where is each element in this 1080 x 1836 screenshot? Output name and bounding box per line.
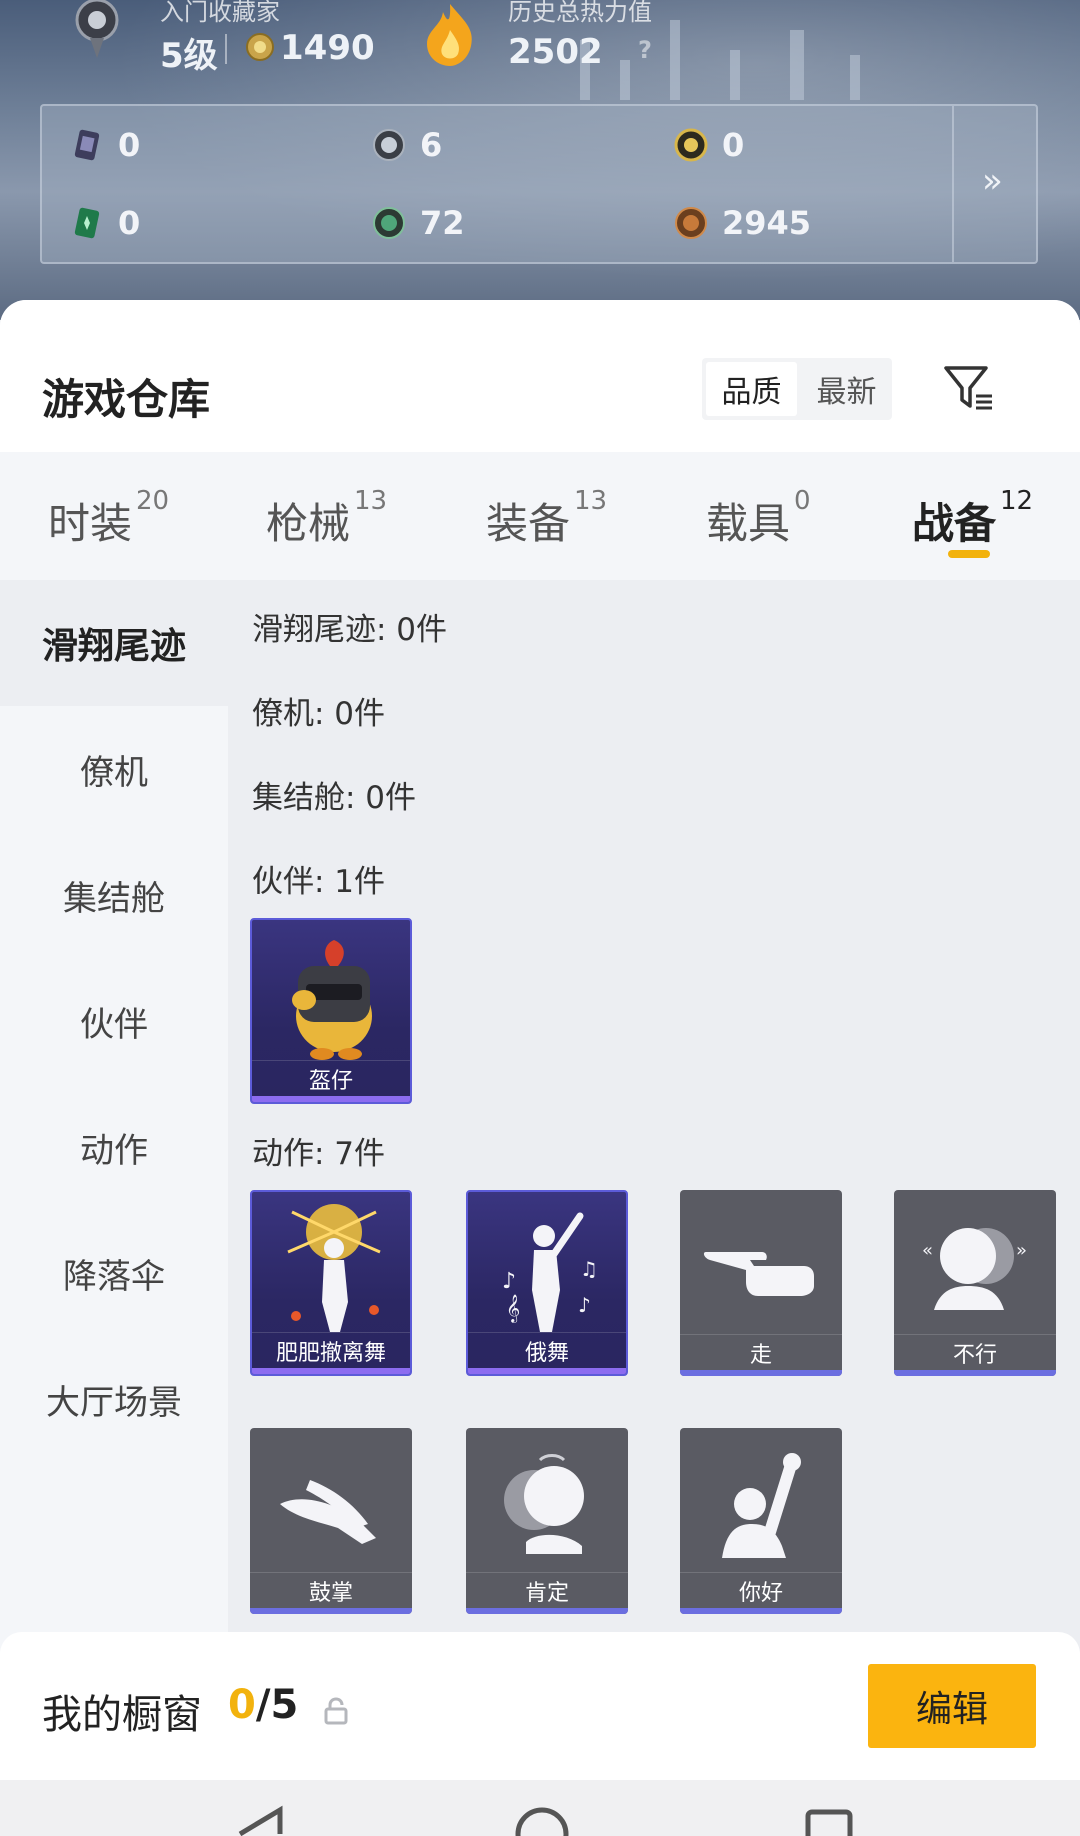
svg-text:»: » — [1016, 1240, 1027, 1261]
clapping-hands-icon — [280, 1480, 376, 1544]
section-title-emote: 动作: 7件 — [252, 1136, 386, 1172]
resource-green-ticket: 0 — [70, 204, 140, 242]
rarity-bar — [252, 1096, 410, 1102]
firework-dance-icon — [287, 1204, 381, 1332]
item-card-emote[interactable]: 肥肥撤离舞 — [250, 1190, 412, 1376]
page-title: 游戏仓库 — [42, 375, 211, 424]
showcase-bar: 我的橱窗 0/5 编辑 — [0, 1632, 1080, 1780]
svg-text:♪: ♪ — [578, 1293, 591, 1317]
resource-bronze-coin: 2945 — [674, 204, 811, 242]
helmet-chick-icon — [292, 940, 372, 1060]
rank-medal-icon — [75, 0, 119, 58]
gold-token-icon — [674, 128, 708, 162]
rarity-bar — [680, 1370, 842, 1376]
section-title-partner: 伙伴: 1件 — [252, 864, 386, 900]
sidebar: 滑翔尾迹 僚机 集结舱 伙伴 动作 降落伞 大厅场景 — [0, 580, 228, 1720]
filter-icon[interactable] — [940, 360, 996, 416]
help-icon[interactable]: ? — [638, 36, 652, 64]
item-name: 不行 — [894, 1334, 1056, 1370]
svg-text:♪: ♪ — [502, 1269, 516, 1294]
sidebar-item-glide-trail[interactable]: 滑翔尾迹 — [0, 580, 228, 706]
tab-fashion[interactable]: 时装 20 — [48, 486, 169, 551]
tab-equipment[interactable]: 装备 13 — [486, 486, 607, 551]
rank-level: 5级 — [160, 36, 218, 76]
item-card-emote[interactable]: ♪ ♫ 𝄞 ♪ 俄舞 — [466, 1190, 628, 1376]
tab-battle-prep[interactable]: 战备 12 — [912, 486, 1033, 551]
bronze-coin-icon — [675, 207, 707, 239]
coin-balance: 1490 — [280, 28, 375, 68]
sidebar-item-partner[interactable]: 伙伴 — [0, 958, 228, 1084]
item-name: 肥肥撤离舞 — [252, 1332, 410, 1368]
collector-coin-icon — [246, 33, 274, 61]
item-list: 滑翔尾迹: 0件 僚机: 0件 集结舱: 0件 伙伴: 1件 盔仔 动作: 7件 — [228, 580, 1080, 1740]
flame-icon — [427, 4, 472, 66]
sidebar-item-capsule[interactable]: 集结舱 — [0, 832, 228, 958]
tab-guns[interactable]: 枪械 13 — [266, 486, 387, 551]
heat-label: 历史总热力值 — [508, 0, 652, 26]
edit-button[interactable]: 编辑 — [868, 1664, 1036, 1748]
item-name: 盔仔 — [252, 1060, 410, 1096]
sort-quality-button[interactable]: 品质 — [706, 362, 797, 416]
sidebar-item-emote[interactable]: 动作 — [0, 1084, 228, 1210]
head-shake-icon: « » — [922, 1228, 1027, 1310]
waving-person-icon — [722, 1453, 801, 1558]
svg-text:«: « — [922, 1240, 933, 1261]
resource-silver-coin: 6 — [372, 126, 442, 164]
green-ticket-icon — [74, 207, 100, 239]
rarity-bar — [466, 1608, 628, 1614]
pointing-hand-icon — [703, 1252, 814, 1296]
card-icon — [74, 129, 100, 161]
more-resources-button[interactable]: » — [982, 161, 1003, 201]
resource-card: 0 — [70, 126, 140, 164]
showcase-title: 我的橱窗 — [42, 1692, 202, 1738]
dancer-music-icon: ♪ ♫ 𝄞 ♪ — [502, 1212, 598, 1332]
item-card-emote[interactable]: « » 不行 — [894, 1190, 1056, 1376]
item-card-partner[interactable]: 盔仔 — [250, 918, 412, 1104]
tab-vehicles[interactable]: 载具 0 — [706, 486, 811, 551]
sidebar-item-parachute[interactable]: 降落伞 — [0, 1210, 228, 1336]
category-tabs: 时装 20 枪械 13 装备 13 载具 0 战备 12 — [0, 452, 1080, 580]
item-card-emote[interactable]: 你好 — [680, 1428, 842, 1614]
sort-toggle: 品质 最新 — [702, 358, 892, 420]
profile-banner: 入门收藏家 5级 1490 历史总热力值 2502 ? 0 6 0 0 72 2… — [0, 0, 1080, 320]
lock-icon — [324, 1697, 348, 1725]
system-nav-bar — [0, 1780, 1080, 1836]
divider — [225, 34, 227, 64]
showcase-count: 0/5 — [228, 1682, 299, 1728]
sidebar-item-wingman[interactable]: 僚机 — [0, 706, 228, 832]
item-name: 鼓掌 — [250, 1572, 412, 1608]
nodding-head-icon — [504, 1454, 584, 1554]
resource-panel[interactable]: 0 6 0 0 72 2945 » — [40, 104, 1038, 264]
item-name: 走 — [680, 1334, 842, 1370]
item-card-emote[interactable]: 鼓掌 — [250, 1428, 412, 1614]
rarity-bar — [468, 1368, 626, 1374]
section-title-glide: 滑翔尾迹: 0件 — [252, 612, 448, 648]
svg-text:𝄞: 𝄞 — [506, 1294, 520, 1323]
svg-text:♫: ♫ — [580, 1257, 598, 1281]
section-title-capsule: 集结舱: 0件 — [252, 780, 417, 816]
green-gem-icon — [373, 207, 405, 239]
rarity-bar — [250, 1608, 412, 1614]
active-tab-indicator — [948, 550, 990, 558]
item-name: 你好 — [680, 1572, 842, 1608]
rarity-bar — [680, 1608, 842, 1614]
rarity-bar — [894, 1370, 1056, 1376]
item-card-emote[interactable]: 肯定 — [466, 1428, 628, 1614]
item-card-emote[interactable]: 走 — [680, 1190, 842, 1376]
warehouse-header: 游戏仓库 品质 最新 — [0, 300, 1080, 452]
resource-gold-token: 0 — [674, 126, 744, 164]
nav-buttons-icon — [238, 1805, 853, 1836]
item-name: 肯定 — [466, 1572, 628, 1608]
sort-newest-button[interactable]: 最新 — [801, 358, 892, 420]
resource-green-gem: 72 — [372, 204, 465, 242]
silver-coin-icon — [373, 129, 405, 161]
item-name: 俄舞 — [468, 1332, 626, 1368]
rarity-bar — [252, 1368, 410, 1374]
rank-name: 入门收藏家 — [160, 0, 280, 26]
divider — [952, 106, 954, 262]
heat-value: 2502 — [508, 32, 603, 72]
sidebar-item-lobby-scene[interactable]: 大厅场景 — [0, 1336, 228, 1462]
warehouse-sheet: 游戏仓库 品质 最新 时装 20 枪械 13 装备 13 载具 0 战备 12 滑翔尾迹 … — [0, 300, 1080, 1780]
section-title-wingman: 僚机: 0件 — [252, 696, 386, 732]
